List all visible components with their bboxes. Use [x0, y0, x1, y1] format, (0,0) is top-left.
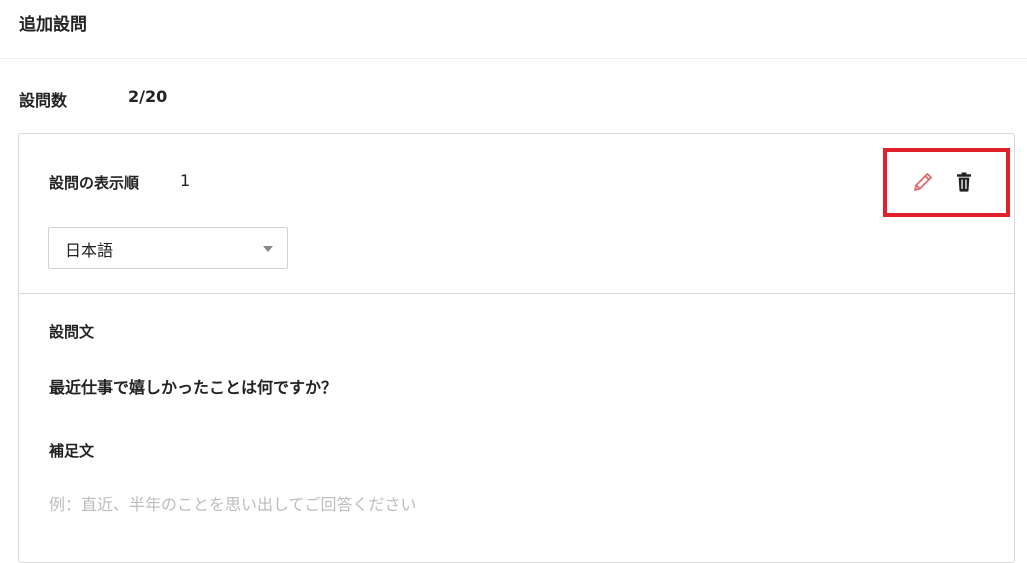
delete-button[interactable]	[950, 168, 978, 196]
display-order-value: 1	[180, 171, 191, 190]
question-count-value: 2/20	[128, 87, 168, 106]
question-card-header: 設問の表示順 1 日本語	[19, 134, 1014, 294]
chevron-down-icon	[263, 246, 273, 252]
display-order-label: 設問の表示順	[49, 174, 140, 192]
supplement-text-label: 補足文	[49, 442, 95, 460]
action-highlight-box	[883, 148, 1010, 217]
question-text-label: 設問文	[49, 323, 95, 341]
question-card: 設問の表示順 1 日本語 設問文 最近仕事で嬉しかったことは何ですか？ 補足文 …	[18, 133, 1015, 563]
question-text-value: 最近仕事で嬉しかったことは何ですか？	[49, 378, 338, 397]
edit-button[interactable]	[909, 168, 937, 196]
question-count-label: 設問数	[19, 91, 68, 110]
language-select[interactable]: 日本語	[48, 227, 288, 269]
page-title: 追加設問	[19, 15, 87, 35]
page-header: 追加設問	[0, 0, 1027, 59]
pencil-icon	[914, 173, 932, 191]
trash-icon	[957, 172, 971, 192]
language-select-value: 日本語	[65, 241, 114, 260]
supplement-text-placeholder: 例：直近、半年のことを思い出してご回答ください	[49, 495, 417, 514]
